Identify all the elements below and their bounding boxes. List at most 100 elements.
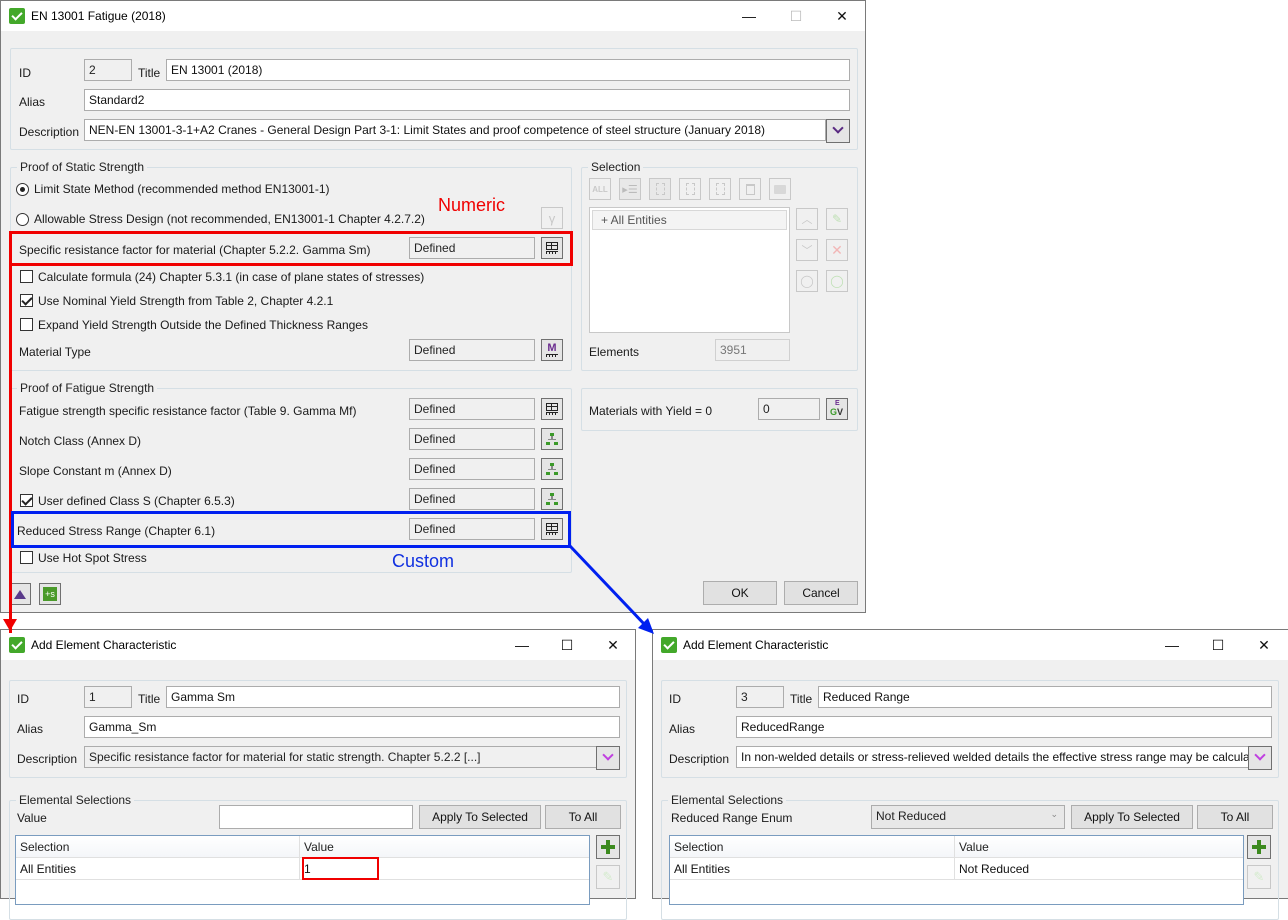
remove-button[interactable]: ✕: [826, 239, 848, 261]
export-s-button[interactable]: +s: [39, 583, 61, 605]
yield-button[interactable]: E G V: [826, 398, 848, 420]
symmetry-icon: [14, 589, 26, 599]
tree-icon: [546, 492, 558, 506]
column-header-value[interactable]: Value: [955, 836, 1243, 858]
column-header-value[interactable]: Value: [300, 836, 589, 858]
description-input[interactable]: Specific resistance factor for material …: [84, 746, 597, 768]
yield-field: 0: [758, 398, 820, 420]
edit-row-button[interactable]: ✎: [1247, 865, 1271, 889]
minimize-button[interactable]: —: [1149, 630, 1195, 660]
alias-input[interactable]: Gamma_Sm: [84, 716, 620, 738]
enum-label: Reduced Range Enum: [671, 811, 793, 825]
export-s-icon: +s: [43, 587, 57, 601]
description-dropdown-button[interactable]: [826, 119, 850, 143]
fatigue-row-field: Defined: [409, 488, 535, 510]
column-header-selection[interactable]: Selection: [670, 836, 955, 858]
description-input[interactable]: NEN-EN 13001-3-1+A2 Cranes - General Des…: [84, 119, 826, 141]
add-row-button[interactable]: [596, 835, 620, 859]
nominal-yield-checkbox[interactable]: [20, 294, 33, 307]
maximize-button[interactable]: ☐: [773, 1, 819, 31]
material-type-button[interactable]: M: [541, 339, 563, 361]
move-down-button[interactable]: ﹀: [796, 239, 818, 261]
value-input[interactable]: [219, 805, 413, 829]
elemental-selections-legend: Elemental Selections: [668, 793, 787, 807]
minimize-button[interactable]: —: [499, 630, 545, 660]
id-field: 1: [84, 686, 132, 708]
selection-list-item[interactable]: + All Entities: [592, 210, 787, 230]
table-cell-selection[interactable]: All Entities: [670, 858, 955, 880]
gamma-button[interactable]: γ: [541, 207, 563, 229]
title-input[interactable]: Reduced Range: [818, 686, 1272, 708]
description-input[interactable]: In non-welded details or stress-relieved…: [736, 746, 1249, 768]
yield-label: Materials with Yield = 0: [589, 404, 713, 418]
cancel-button[interactable]: Cancel: [784, 581, 858, 605]
app-check-icon: [661, 637, 677, 653]
expand-yield-checkbox[interactable]: [20, 318, 33, 331]
gamma-icon: γ: [548, 210, 556, 226]
table-cell-selection[interactable]: All Entities: [16, 858, 300, 880]
apply-to-selected-button[interactable]: Apply To Selected: [419, 805, 541, 829]
to-all-button[interactable]: To All: [1197, 805, 1273, 829]
zoom-button[interactable]: ◯: [796, 270, 818, 292]
close-button[interactable]: ✕: [1241, 630, 1287, 660]
fatigue-row-field: Defined: [409, 398, 535, 420]
ok-button[interactable]: OK: [703, 581, 777, 605]
save-selection-button[interactable]: [769, 178, 791, 200]
alias-input[interactable]: ReducedRange: [736, 716, 1272, 738]
table-cell-value[interactable]: Not Reduced: [955, 858, 1243, 880]
numeric-highlight-box: [9, 231, 573, 266]
fatigue-row-button[interactable]: [541, 488, 563, 510]
calc-formula-checkbox[interactable]: [20, 270, 33, 283]
description-dropdown-button[interactable]: [1248, 746, 1272, 770]
numeric-annotation-label: Numeric: [438, 195, 506, 215]
select-all-button[interactable]: ALL: [589, 178, 611, 200]
app-check-icon: [9, 637, 25, 653]
to-all-button[interactable]: To All: [545, 805, 621, 829]
right-titlebar: Add Element Characteristic — ☐ ✕: [653, 630, 1288, 660]
close-button[interactable]: ✕: [819, 1, 865, 31]
edit-row-button[interactable]: ✎: [596, 865, 620, 889]
fatigue-row-button[interactable]: [541, 398, 563, 420]
plus-icon: [1252, 840, 1266, 854]
zoom-select-button[interactable]: ◯: [826, 270, 848, 292]
edit-icon: ✎: [831, 212, 843, 226]
remove-selection-icon: [685, 183, 695, 195]
select-all-icon: ALL: [592, 184, 608, 194]
delete-selection-button[interactable]: [709, 178, 731, 200]
column-header-selection[interactable]: Selection: [16, 836, 300, 858]
chevron-down-icon: [1254, 749, 1266, 761]
trash-button[interactable]: [739, 178, 761, 200]
alias-input[interactable]: Standard2: [84, 89, 850, 111]
minimize-button[interactable]: —: [726, 1, 772, 31]
hot-spot-checkbox[interactable]: [20, 551, 33, 564]
symmetry-button[interactable]: [9, 583, 31, 605]
enum-select[interactable]: Not Reduced ⌄: [871, 805, 1065, 829]
id-label: ID: [17, 692, 29, 706]
fatigue-row-button[interactable]: [541, 458, 563, 480]
limit-state-radio[interactable]: [16, 183, 29, 196]
title-input[interactable]: EN 13001 (2018): [166, 59, 850, 81]
calc-formula-label: Calculate formula (24) Chapter 5.3.1 (in…: [38, 270, 425, 284]
main-dialog-title: EN 13001 Fatigue (2018): [31, 9, 166, 23]
remove-selection-button[interactable]: [679, 178, 701, 200]
selection-list[interactable]: + All Entities: [589, 207, 790, 333]
numeric-arrow-head: [3, 619, 17, 631]
add-selection-button[interactable]: [649, 178, 671, 200]
add-row-button[interactable]: [1247, 835, 1271, 859]
fatigue-row-button[interactable]: [541, 428, 563, 450]
add-selection-icon: [655, 183, 665, 195]
move-up-button[interactable]: ︿: [796, 208, 818, 230]
description-dropdown-button[interactable]: [596, 746, 620, 770]
edit-selection-button[interactable]: ✎: [826, 208, 848, 230]
user-defined-class-checkbox[interactable]: [20, 494, 33, 507]
title-input[interactable]: Gamma Sm: [166, 686, 620, 708]
right-dialog: Add Element Characteristic — ☐ ✕ ID 3 Ti…: [652, 629, 1288, 920]
maximize-button[interactable]: ☐: [1195, 630, 1241, 660]
allowable-stress-radio[interactable]: [16, 213, 29, 226]
apply-to-selected-button[interactable]: Apply To Selected: [1071, 805, 1193, 829]
select-list-button[interactable]: ▸☰: [619, 178, 641, 200]
id-field: 3: [736, 686, 784, 708]
selections-table[interactable]: Selection Value All Entities Not Reduced: [669, 835, 1244, 905]
left-dialog-title: Add Element Characteristic: [31, 638, 177, 652]
selection-legend: Selection: [588, 160, 644, 174]
